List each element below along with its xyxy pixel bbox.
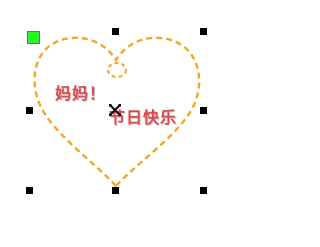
resize-handle-right[interactable] — [200, 107, 207, 114]
move-cursor-icon — [108, 103, 122, 117]
resize-handle-bottom[interactable] — [112, 187, 119, 194]
resize-handle-top-right[interactable] — [200, 28, 207, 35]
design-canvas[interactable]: 妈妈！ 节日快乐 — [0, 0, 273, 247]
resize-handle-bottom-left[interactable] — [26, 187, 33, 194]
resize-handle-bottom-right[interactable] — [200, 187, 207, 194]
resize-handle-left[interactable] — [26, 107, 33, 114]
resize-handle-top[interactable] — [112, 28, 119, 35]
hang-hole-outline — [107, 62, 127, 78]
heart-text-line-1[interactable]: 妈妈！ — [55, 80, 106, 104]
rotate-handle-icon[interactable] — [27, 31, 40, 44]
